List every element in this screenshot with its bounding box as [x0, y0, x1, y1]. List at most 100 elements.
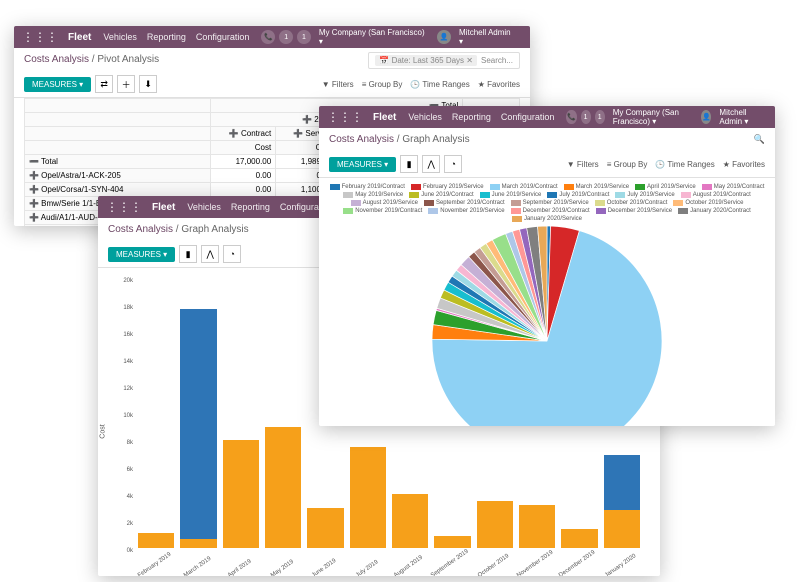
legend-item[interactable]: October 2019/Contract [595, 200, 668, 206]
header: ⋮⋮⋮ Fleet Vehicles Reporting Configurati… [319, 106, 775, 128]
legend-item[interactable]: May 2019/Contract [702, 184, 765, 190]
legend-item[interactable]: March 2019/Contract [490, 184, 558, 190]
legend-item[interactable]: December 2019/Service [596, 208, 672, 214]
x-tick-label: March 2019 [183, 556, 212, 576]
pie-area: February 2019/Contract February 2019/Serv… [319, 178, 775, 426]
filter-bar: ▼ Filters ≡ Group By 🕒 Time Ranges ★ Fav… [567, 160, 765, 169]
brand[interactable]: Fleet [152, 202, 175, 213]
nav-configuration[interactable]: Configuration [501, 112, 555, 122]
flip-axis-button[interactable]: ⇄ [95, 75, 113, 93]
legend-item[interactable]: July 2019/Contract [547, 192, 609, 198]
nav-configuration[interactable]: Configuration [196, 32, 250, 42]
user-menu[interactable]: Mitchell Admin ▾ [459, 28, 516, 46]
filter-bar: ▼ Filters ≡ Group By 🕒 Time Ranges ★ Fav… [322, 80, 520, 89]
pie-view-button[interactable]: ◔ [223, 245, 241, 263]
search-box[interactable]: 📅 Date: Last 365 Days ✕ Search... [368, 52, 520, 69]
company-selector[interactable]: My Company (San Francisco) ▾ [613, 108, 694, 126]
activity-icon[interactable]: 1 [595, 110, 605, 124]
bar-view-button[interactable]: ▮ [400, 155, 418, 173]
avatar-icon: 👤 [701, 110, 711, 124]
x-tick-label: July 2019 [355, 559, 379, 576]
brand[interactable]: Fleet [373, 112, 396, 123]
breadcrumb-root[interactable]: Costs Analysis [108, 224, 173, 235]
chat-icon[interactable]: 1 [581, 110, 591, 124]
apps-icon[interactable]: ⋮⋮⋮ [327, 110, 363, 124]
legend-item[interactable]: August 2019/Contract [681, 192, 751, 198]
breadcrumb: Costs Analysis / Pivot Analysis 📅 Date: … [14, 48, 530, 71]
toolbar: MEASURES ▾ ⇄ ＋ ⬇ ▼ Filters ≡ Group By 🕒 … [14, 71, 530, 98]
legend-item[interactable]: June 2019/Service [480, 192, 542, 198]
nav-vehicles[interactable]: Vehicles [103, 32, 137, 42]
nav-vehicles[interactable]: Vehicles [408, 112, 442, 122]
legend-item[interactable]: January 2020/Service [512, 216, 582, 222]
x-tick-label: December 2019 [558, 550, 596, 576]
brand[interactable]: Fleet [68, 32, 91, 43]
legend-item[interactable]: November 2019/Contract [343, 208, 422, 214]
legend-item[interactable]: April 2019/Service [635, 184, 696, 190]
legend-item[interactable]: September 2019/Service [511, 200, 589, 206]
x-tick-label: June 2019 [311, 558, 337, 576]
chat-icon[interactable]: 1 [279, 30, 293, 44]
legend-item[interactable]: November 2019/Service [428, 208, 504, 214]
breadcrumb-root[interactable]: Costs Analysis [329, 134, 394, 145]
nav-reporting[interactable]: Reporting [231, 202, 270, 212]
measures-button[interactable]: MEASURES ▾ [108, 247, 175, 262]
groupby-menu[interactable]: ≡ Group By [607, 160, 648, 169]
activity-icon[interactable]: 1 [297, 30, 311, 44]
legend-item[interactable]: October 2019/Service [673, 200, 743, 206]
nav-reporting[interactable]: Reporting [147, 32, 186, 42]
x-tick-label: September 2019 [430, 549, 470, 576]
legend-item[interactable]: February 2019/Contract [330, 184, 405, 190]
x-tick-label: April 2019 [227, 558, 253, 576]
favorites-menu[interactable]: ★ Favorites [478, 80, 520, 89]
favorites-menu[interactable]: ★ Favorites [723, 160, 765, 169]
header: ⋮⋮⋮ Fleet Vehicles Reporting Configurati… [14, 26, 530, 48]
pie-legend: February 2019/Contract February 2019/Serv… [329, 184, 765, 222]
groupby-menu[interactable]: ≡ Group By [362, 80, 403, 89]
timeranges-menu[interactable]: 🕒 Time Ranges [410, 80, 469, 89]
apps-icon[interactable]: ⋮⋮⋮ [22, 30, 58, 44]
measures-button[interactable]: MEASURES ▾ [24, 77, 91, 92]
search-icon[interactable]: 🔍 [754, 134, 765, 145]
avatar-icon: 👤 [437, 30, 451, 44]
filters-menu[interactable]: ▼ Filters [322, 80, 354, 89]
bar-group[interactable]: May 2019 [265, 278, 301, 548]
x-tick-label: November 2019 [516, 550, 554, 576]
x-tick-label: May 2019 [270, 559, 295, 576]
apps-icon[interactable]: ⋮⋮⋮ [106, 200, 142, 214]
nav-reporting[interactable]: Reporting [452, 112, 491, 122]
legend-item[interactable]: December 2019/Contract [511, 208, 590, 214]
bar-group[interactable]: February 2019 [138, 278, 174, 548]
breadcrumb: Costs Analysis / Graph Analysis 🔍 [319, 128, 775, 151]
legend-item[interactable]: January 2020/Contract [678, 208, 751, 214]
legend-item[interactable]: February 2019/Service [411, 184, 484, 190]
search-chip[interactable]: 📅 Date: Last 365 Days ✕ [375, 55, 477, 66]
nav-vehicles[interactable]: Vehicles [187, 202, 221, 212]
expand-button[interactable]: ＋ [117, 75, 135, 93]
legend-item[interactable]: March 2019/Service [564, 184, 629, 190]
user-menu[interactable]: Mitchell Admin ▾ [719, 108, 761, 126]
pie-chart-window: ⋮⋮⋮ Fleet Vehicles Reporting Configurati… [319, 106, 775, 426]
phone-icon[interactable]: 📞 [261, 30, 275, 44]
bar-group[interactable]: April 2019 [223, 278, 259, 548]
legend-item[interactable]: July 2019/Service [615, 192, 674, 198]
filters-menu[interactable]: ▼ Filters [567, 160, 599, 169]
y-axis: 20k18k16k14k12k10k8k6k4k2k0k [98, 278, 133, 548]
download-button[interactable]: ⬇ [139, 75, 157, 93]
x-tick-label: January 2020 [604, 553, 637, 576]
pie-view-button[interactable]: ◔ [444, 155, 462, 173]
legend-item[interactable]: August 2019/Service [351, 200, 418, 206]
bar-group[interactable]: March 2019 [180, 278, 216, 548]
legend-item[interactable]: June 2019/Contract [409, 192, 473, 198]
company-selector[interactable]: My Company (San Francisco) ▾ [319, 28, 429, 46]
line-view-button[interactable]: ⋀ [201, 245, 219, 263]
breadcrumb-root[interactable]: Costs Analysis [24, 54, 89, 65]
line-view-button[interactable]: ⋀ [422, 155, 440, 173]
timeranges-menu[interactable]: 🕒 Time Ranges [655, 160, 714, 169]
phone-icon[interactable]: 📞 [566, 110, 576, 124]
bar-view-button[interactable]: ▮ [179, 245, 197, 263]
legend-item[interactable]: September 2019/Contract [424, 200, 505, 206]
legend-item[interactable]: May 2019/Service [343, 192, 403, 198]
measures-button[interactable]: MEASURES ▾ [329, 157, 396, 172]
pie-chart [432, 226, 662, 426]
